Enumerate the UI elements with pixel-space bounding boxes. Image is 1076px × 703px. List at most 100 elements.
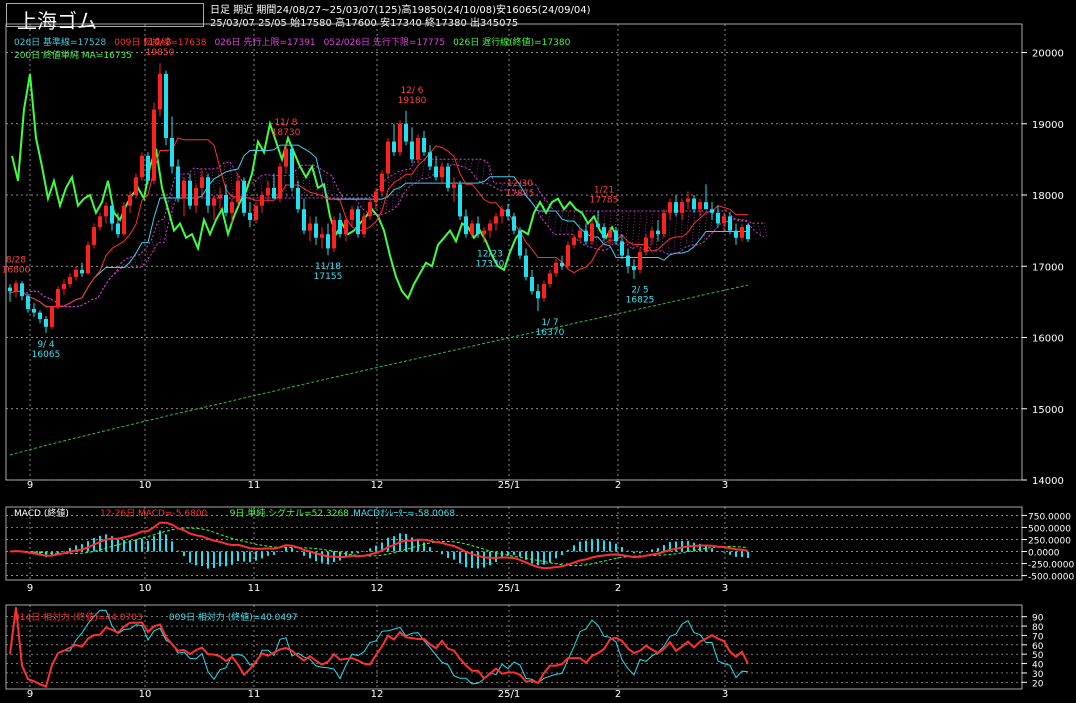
x-axis-label: 11 xyxy=(248,689,261,700)
candle-body xyxy=(488,223,492,231)
candle-body xyxy=(254,205,258,220)
candle-body xyxy=(176,166,180,199)
candle-body xyxy=(518,230,522,256)
cloud-hatch xyxy=(229,162,234,199)
cloud-hatch xyxy=(571,210,576,235)
cloud-hatch xyxy=(253,182,258,199)
annotation-date: 1/ 7 xyxy=(541,318,558,328)
candle-body xyxy=(122,205,126,235)
cloud-hatch xyxy=(115,271,120,274)
candle-body xyxy=(404,123,408,142)
candle-body xyxy=(584,230,588,242)
cloud-hatch xyxy=(211,168,216,199)
macd-line xyxy=(9,521,749,570)
chart-window: 上海ゴム 日足 期近 期間24/08/27~25/03/07(125)高1985… xyxy=(0,0,1076,703)
annotation-value: 17785 xyxy=(590,195,619,205)
candle-body xyxy=(308,223,312,231)
candle-body xyxy=(452,184,456,188)
x-axis-label: 11 xyxy=(248,583,261,594)
macd-legend-entry: 12-26日 MACD=-5.6800 xyxy=(100,508,208,519)
candle-body xyxy=(8,287,12,292)
x-axis-label: 12 xyxy=(371,583,384,594)
cloud-hatch xyxy=(145,248,150,263)
rsi-legend-entry: 009日 相対力 (終値)=40.0497 xyxy=(169,611,298,623)
cloud-hatch xyxy=(637,211,642,247)
candle-body xyxy=(686,198,690,203)
candle-body xyxy=(740,227,744,238)
x-axis-label: 9 xyxy=(27,583,33,594)
candle-body xyxy=(302,209,306,231)
x-axis-label: 2 xyxy=(615,689,621,700)
price-tick-label: 19000 xyxy=(1032,120,1064,131)
candle-body xyxy=(374,191,378,203)
annotation-value: 19850 xyxy=(146,48,175,58)
annotation-value: 17330 xyxy=(476,260,505,270)
candle-body xyxy=(242,180,246,213)
x-axis-label: 3 xyxy=(722,480,728,491)
cloud-hatch xyxy=(631,211,636,249)
macd-tick-label: -250.0000 xyxy=(1028,561,1074,571)
candle-body xyxy=(182,180,186,199)
price-tick-label: 15000 xyxy=(1032,405,1064,416)
candle-body xyxy=(722,216,726,224)
annotation-value: 17155 xyxy=(314,272,343,282)
candle-body xyxy=(332,219,336,249)
candle-body xyxy=(314,223,318,238)
candle-body xyxy=(266,187,270,195)
candle-body xyxy=(692,198,696,210)
candle-body xyxy=(440,166,444,178)
cloud-hatch xyxy=(493,182,498,188)
candle-body xyxy=(116,223,120,235)
x-axis-label: 11 xyxy=(248,480,261,491)
candle-body xyxy=(428,152,432,167)
candle-body xyxy=(32,309,36,313)
candle-body xyxy=(278,166,282,199)
candle-body xyxy=(86,244,90,274)
annotation-value: 19180 xyxy=(398,96,427,106)
candle-body xyxy=(206,177,210,206)
annotation-value: 18730 xyxy=(272,128,301,138)
macd-label: MACD (終値) xyxy=(14,507,69,519)
price-tick-label: 14000 xyxy=(1032,476,1064,487)
candle-body xyxy=(194,187,198,206)
ma200-line xyxy=(9,284,749,456)
cloud-hatch xyxy=(751,222,756,229)
candle-body xyxy=(380,173,384,192)
candle-body xyxy=(158,73,162,110)
x-axis-label: 2 xyxy=(615,583,621,594)
macd-legend-entry: 9日 単純 シグナル=52.3268 xyxy=(230,507,349,519)
candle-body xyxy=(704,202,708,210)
candle-body xyxy=(62,284,66,290)
annotation-value: 16825 xyxy=(626,296,655,306)
candle-body xyxy=(326,234,330,249)
candle-body xyxy=(368,202,372,217)
cloud-hatch xyxy=(559,210,564,235)
annotation-date: 12/ 6 xyxy=(400,86,423,96)
candle-body xyxy=(506,209,510,217)
candle-body xyxy=(470,223,474,235)
x-axis-label: 3 xyxy=(722,689,728,700)
cloud-hatch xyxy=(169,193,174,218)
cloud-hatch xyxy=(457,159,462,166)
candle-body xyxy=(746,224,750,240)
candle-body xyxy=(632,266,636,270)
x-axis-label: 9 xyxy=(27,689,33,700)
candle-body xyxy=(350,209,354,220)
candle-body xyxy=(734,230,738,238)
candle-body xyxy=(104,205,108,217)
cloud-hatch xyxy=(499,182,504,191)
candle-body xyxy=(272,187,276,199)
candle-body xyxy=(644,237,648,252)
candle-body xyxy=(512,216,516,231)
candle-body xyxy=(482,230,486,235)
candle-body xyxy=(422,138,426,153)
macd-legend-entry: MACDｵｼﾚｰﾀｰ=-58.0068 xyxy=(353,508,455,519)
candle-body xyxy=(38,312,42,319)
candle-body xyxy=(446,166,450,188)
price-tick-label: 16000 xyxy=(1032,334,1064,345)
candle-body xyxy=(494,216,498,224)
candle-body xyxy=(656,230,660,235)
candle-body xyxy=(602,227,606,238)
macd-tick-label: 500.0000 xyxy=(1028,524,1071,534)
candle-body xyxy=(20,283,24,297)
